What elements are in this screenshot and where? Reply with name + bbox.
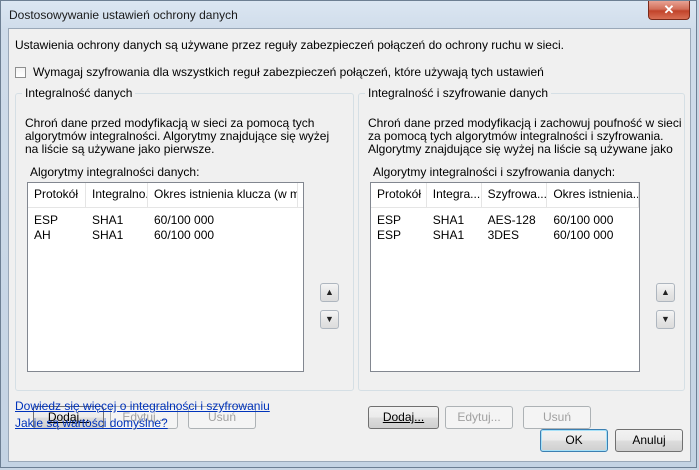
arrow-up-icon: ▲ (661, 287, 670, 297)
integrity-encryption-group-title: Integralność i szyfrowanie danych (368, 86, 549, 100)
cell-key-lifetime: 60/100 000 (154, 213, 215, 227)
integrity-encryption-add-label: Dodaj... (382, 410, 425, 424)
column-header-integrity[interactable]: Integra... (427, 183, 482, 207)
integrity-list-header: Protokół Integralno... Okres istnienia k… (28, 183, 303, 208)
table-row[interactable]: AH SHA1 60/100 000 (28, 228, 303, 243)
integrity-move-down-button[interactable]: ▼ (320, 310, 339, 329)
integrity-move-up-button[interactable]: ▲ (320, 283, 339, 302)
ok-button[interactable]: OK (540, 429, 608, 452)
integrity-encryption-move-up-button[interactable]: ▲ (656, 283, 675, 302)
integrity-encryption-algorithms-list[interactable]: Protokół Integra... Szyfrowa... Okres is… (370, 182, 640, 372)
integrity-encryption-add-button[interactable]: Dodaj... (368, 406, 439, 429)
integrity-group: Integralność danych Chroń dane przed mod… (15, 86, 354, 429)
learn-more-link[interactable]: Dowiedz się więcej o integralności i szy… (15, 399, 270, 413)
cell-integrity: SHA1 (432, 213, 465, 227)
cancel-label: Anuluj (632, 433, 666, 447)
table-row[interactable]: ESP SHA1 60/100 000 (28, 213, 303, 228)
integrity-algorithms-list[interactable]: Protokół Integralno... Okres istnienia k… (27, 182, 304, 372)
ok-label: OK (565, 433, 583, 447)
arrow-down-icon: ▼ (325, 314, 334, 324)
cell-integrity: SHA1 (92, 228, 124, 242)
integrity-encryption-move-down-button[interactable]: ▼ (656, 310, 675, 329)
defaults-link[interactable]: Jakie są wartości domyślne? (15, 416, 168, 430)
integrity-encryption-list-label: Algorytmy integralności i szyfrowania da… (373, 165, 616, 179)
cell-key-lifetime: 60/100 000 (154, 228, 215, 242)
cell-integrity: SHA1 (432, 228, 465, 242)
close-button[interactable]: ✕ (648, 1, 690, 20)
integrity-encryption-edit-label: Edytuj... (457, 410, 501, 424)
integrity-encryption-list-header: Protokół Integra... Szyfrowa... Okres is… (371, 183, 639, 208)
integrity-encryption-description: Chroń dane przed modyfikacją i zachowuj … (368, 116, 682, 156)
require-encryption-label: Wymagaj szyfrowania dla wszystkich reguł… (33, 65, 544, 79)
column-header-protocol[interactable]: Protokół (28, 183, 86, 207)
dialog-window: Dostosowywanie ustawień ochrony danych ✕… (0, 0, 697, 468)
integrity-encryption-group: Integralność i szyfrowanie danych Chroń … (358, 86, 685, 429)
cell-integrity: SHA1 (92, 213, 124, 227)
title-bar[interactable]: Dostosowywanie ustawień ochrony danych ✕ (1, 1, 696, 29)
column-header-key-lifetime[interactable]: Okres istnienia klucza (w m... (148, 183, 298, 207)
integrity-list-label: Algorytmy integralności danych: (30, 165, 200, 179)
integrity-group-title: Integralność danych (25, 86, 133, 100)
table-row[interactable]: ESP SHA1 AES-128 60/100 000 (371, 213, 639, 228)
cell-protocol: ESP (34, 213, 59, 227)
cell-key-lifetime: 60/100 000 (553, 213, 614, 227)
cell-encryption: 3DES (487, 228, 519, 242)
integrity-description: Chroń dane przed modyfikacją w sieci za … (25, 116, 330, 156)
table-row[interactable]: ESP SHA1 3DES 60/100 000 (371, 228, 639, 243)
integrity-encryption-remove-button[interactable]: Usuń (523, 406, 591, 429)
cell-protocol: ESP (377, 228, 402, 242)
require-encryption-row[interactable]: Wymagaj szyfrowania dla wszystkich reguł… (15, 65, 544, 79)
arrow-up-icon: ▲ (325, 287, 334, 297)
cell-protocol: AH (34, 228, 51, 242)
cell-protocol: ESP (377, 213, 402, 227)
column-header-encryption[interactable]: Szyfrowa... (482, 183, 548, 207)
intro-text: Ustawienia ochrony danych są używane prz… (15, 38, 564, 52)
dialog-client-area: Ustawienia ochrony danych są używane prz… (8, 28, 691, 462)
integrity-encryption-edit-button[interactable]: Edytuj... (445, 406, 513, 429)
cell-encryption: AES-128 (487, 213, 536, 227)
column-header-protocol[interactable]: Protokół (371, 183, 427, 207)
cancel-button[interactable]: Anuluj (615, 429, 683, 452)
column-header-key-lifetime[interactable]: Okres istnienia... (547, 183, 639, 207)
window-title: Dostosowywanie ustawień ochrony danych (9, 8, 238, 22)
column-header-integrity[interactable]: Integralno... (86, 183, 148, 207)
arrow-down-icon: ▼ (661, 314, 670, 324)
integrity-encryption-remove-label: Usuń (542, 410, 571, 424)
require-encryption-checkbox[interactable] (15, 66, 26, 78)
cell-key-lifetime: 60/100 000 (553, 228, 614, 242)
